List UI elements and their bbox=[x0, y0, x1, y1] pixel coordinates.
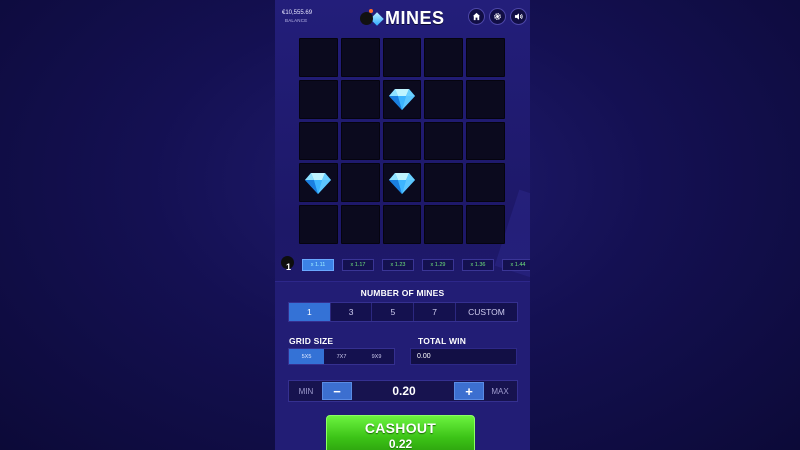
diamond-icon bbox=[388, 172, 415, 194]
grid-size-option[interactable]: 7X7 bbox=[324, 349, 359, 364]
grid-tile[interactable] bbox=[424, 121, 464, 161]
grid-size-option[interactable]: 9X9 bbox=[359, 349, 394, 364]
grid-tile[interactable] bbox=[424, 79, 464, 119]
grid-tile[interactable] bbox=[340, 38, 380, 77]
bet-amount: 0.20 bbox=[392, 384, 416, 398]
multiplier-item: x 1.11 bbox=[302, 259, 334, 271]
grid-tile[interactable] bbox=[299, 121, 338, 161]
grid-tile[interactable] bbox=[340, 163, 380, 203]
balance-display: €10,555.69 BALANCE bbox=[282, 10, 312, 23]
diamond-icon bbox=[305, 172, 332, 194]
grid-tile[interactable] bbox=[466, 163, 505, 203]
cashout-label: CASHOUT bbox=[364, 420, 437, 436]
mine-counter: 1 bbox=[279, 255, 295, 273]
mines-title: NUMBER OF MINES bbox=[360, 288, 445, 298]
grid-tile[interactable] bbox=[382, 121, 422, 161]
grid-tile[interactable] bbox=[424, 205, 464, 244]
grid-tile[interactable] bbox=[299, 163, 338, 203]
mine-grid bbox=[299, 38, 505, 244]
grid-tile[interactable] bbox=[382, 163, 422, 203]
grid-tile[interactable] bbox=[466, 38, 505, 77]
mine-count: 1 bbox=[286, 262, 292, 272]
cashout-button[interactable]: CASHOUT 0.22 bbox=[326, 415, 475, 450]
grid-tile[interactable] bbox=[340, 79, 380, 119]
settings-button[interactable] bbox=[489, 8, 506, 25]
grid-size-title: GRID SIZE bbox=[289, 336, 334, 346]
grid-tile[interactable] bbox=[340, 121, 380, 161]
mines-option[interactable]: 1 bbox=[289, 303, 331, 321]
total-win-title: TOTAL WIN bbox=[418, 336, 467, 346]
grid-tile[interactable] bbox=[424, 163, 464, 203]
sound-button[interactable] bbox=[510, 8, 527, 25]
grid-size-option[interactable]: 5X5 bbox=[289, 349, 324, 364]
multiplier-item: x 1.17 bbox=[342, 259, 374, 271]
mines-selector: 1 3 5 7 CUSTOM bbox=[288, 302, 518, 322]
grid-tile[interactable] bbox=[466, 121, 505, 161]
grid-tile[interactable] bbox=[299, 38, 338, 77]
game-container: €10,555.69 BALANCE MINES 1 x 1.11 x 1.17 x… bbox=[275, 0, 530, 450]
increase-bet-button[interactable]: + bbox=[454, 382, 484, 400]
multiplier-item: x 1.29 bbox=[422, 259, 454, 271]
multiplier-bar: 1 x 1.11 x 1.17 x 1.23 x 1.29 x 1.36 x 1.44 bbox=[275, 254, 530, 276]
max-bet-button[interactable]: MAX bbox=[485, 381, 515, 401]
multiplier-item: x 1.23 bbox=[382, 259, 414, 271]
grid-tile[interactable] bbox=[299, 79, 338, 119]
grid-size-selector: 5X5 7X7 9X9 bbox=[288, 348, 395, 365]
mines-option[interactable]: 3 bbox=[331, 303, 373, 321]
top-icons bbox=[468, 8, 527, 25]
grid-tile[interactable] bbox=[382, 79, 422, 119]
mines-option[interactable]: 5 bbox=[372, 303, 415, 321]
grid-tile[interactable] bbox=[340, 205, 380, 244]
grid-tile[interactable] bbox=[424, 38, 464, 77]
home-button[interactable] bbox=[468, 8, 485, 25]
cashout-amount: 0.22 bbox=[388, 437, 413, 450]
top-bar: €10,555.69 BALANCE MINES bbox=[275, 0, 530, 36]
diamond-icon bbox=[388, 89, 415, 111]
bet-controls: MIN − 0.20 + MAX bbox=[288, 380, 518, 402]
logo-text: MINES bbox=[385, 8, 445, 28]
balance-label: BALANCE bbox=[285, 18, 308, 23]
balance-value: €10,555.69 bbox=[282, 10, 313, 16]
game-logo: MINES bbox=[360, 8, 445, 29]
speaker-icon bbox=[514, 13, 523, 20]
multiplier-item: x 1.44 bbox=[502, 259, 530, 271]
multiplier-list: x 1.11 x 1.17 x 1.23 x 1.29 x 1.36 x 1.44 bbox=[302, 259, 530, 271]
control-panel: NUMBER OF MINES 1 3 5 7 CUSTOM GRID SIZE TOT… bbox=[275, 281, 530, 450]
grid-tile[interactable] bbox=[466, 79, 505, 119]
total-win-value: 0.00 bbox=[410, 348, 517, 365]
multiplier-item: x 1.36 bbox=[462, 259, 494, 271]
min-bet-button[interactable]: MIN bbox=[291, 381, 321, 401]
bomb-icon bbox=[360, 9, 373, 25]
grid-tile[interactable] bbox=[299, 205, 338, 244]
decrease-bet-button[interactable]: − bbox=[322, 382, 352, 400]
mines-option[interactable]: CUSTOM bbox=[456, 303, 517, 321]
grid-tile[interactable] bbox=[382, 205, 422, 244]
grid-tile[interactable] bbox=[382, 38, 422, 77]
mines-option[interactable]: 7 bbox=[414, 303, 456, 321]
grid-tile[interactable] bbox=[466, 205, 505, 244]
gear-icon bbox=[494, 13, 501, 20]
home-icon bbox=[472, 12, 481, 21]
